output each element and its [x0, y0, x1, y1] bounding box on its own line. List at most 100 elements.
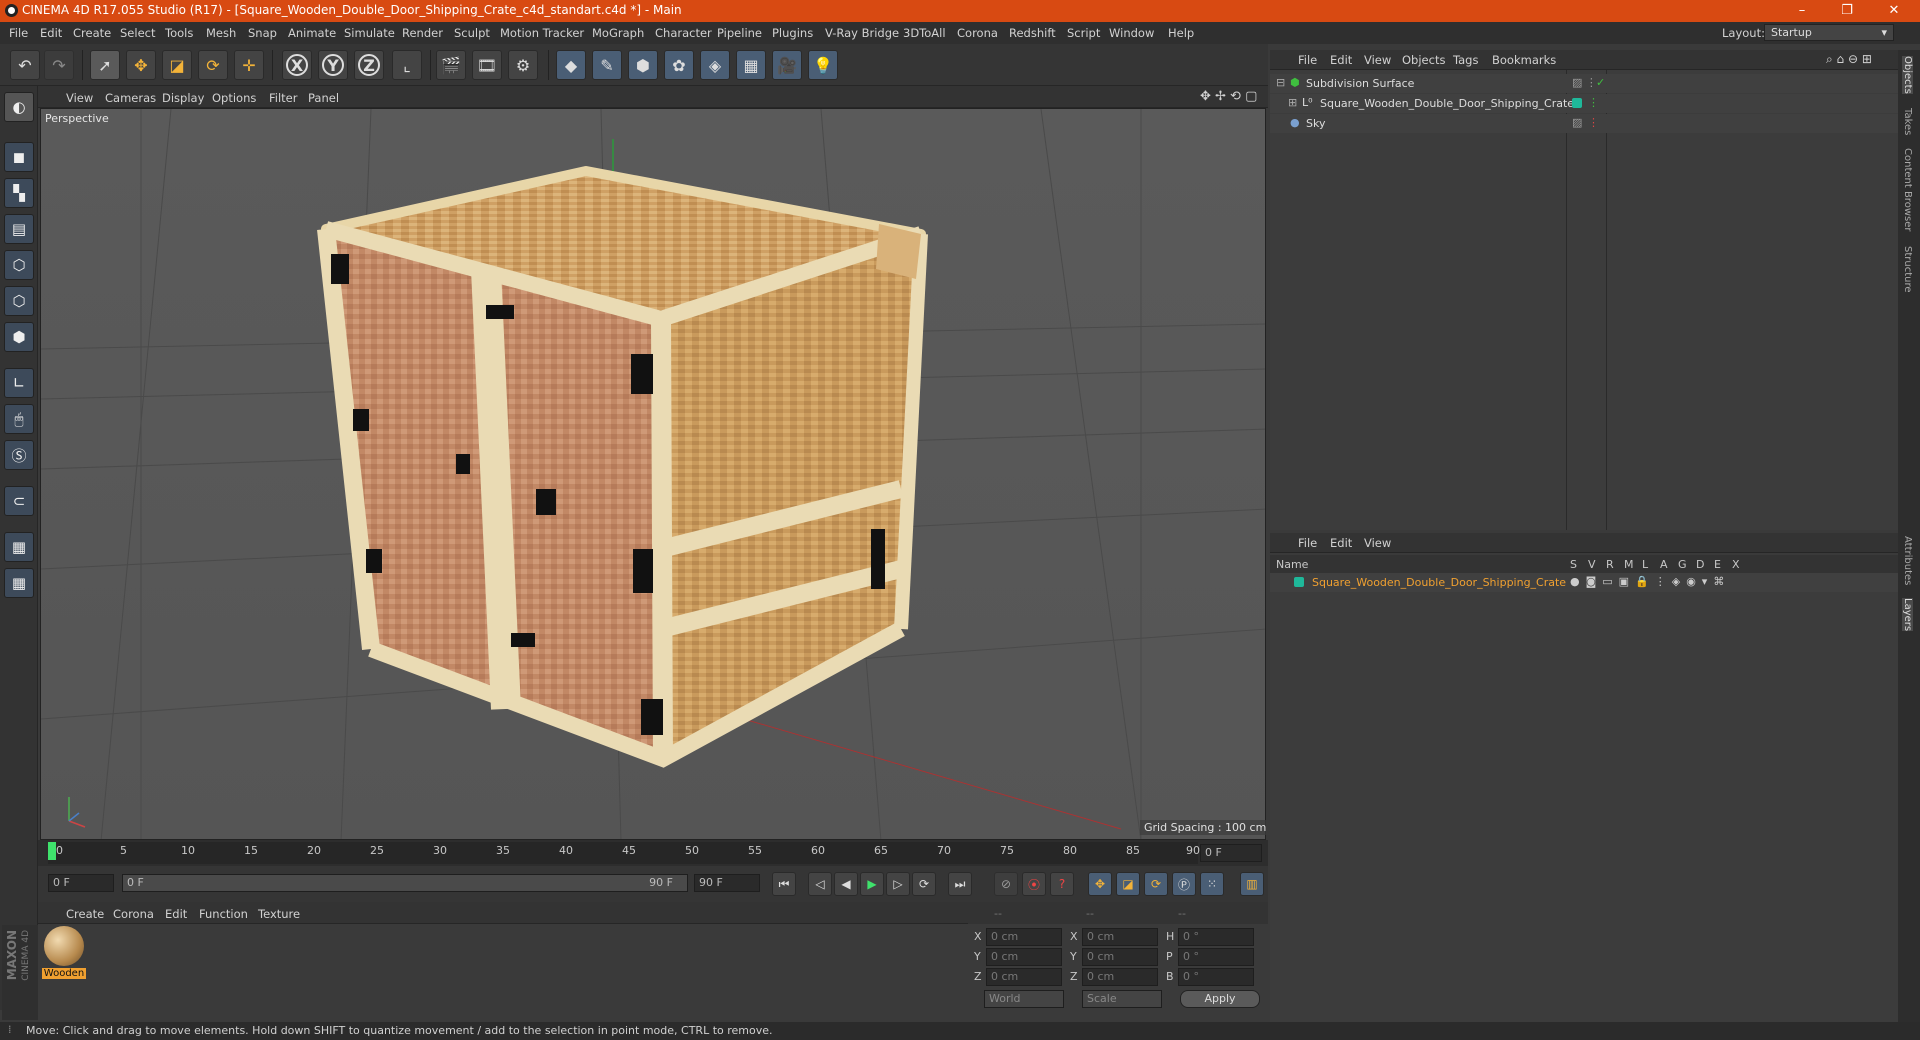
tab-structure[interactable]: Structure [1902, 246, 1913, 293]
viewport-menu-cameras[interactable]: Cameras [105, 91, 156, 105]
material-menu-function[interactable]: Function [199, 907, 248, 921]
apply-button[interactable]: Apply [1180, 990, 1260, 1008]
menu-plugins[interactable]: Plugins [772, 26, 813, 40]
solo-mode-icon[interactable]: Ⓢ [4, 440, 34, 470]
next-frame-icon[interactable]: ▷ [886, 872, 910, 896]
om-menu-tags[interactable]: Tags [1453, 53, 1478, 67]
menu-snap[interactable]: Snap [248, 26, 277, 40]
material-swatch[interactable]: Wooden [42, 926, 86, 984]
render-view-icon[interactable]: 🎬 [436, 50, 466, 80]
end-frame-field[interactable]: 90 F [694, 874, 760, 892]
redo-icon[interactable]: ↷ [44, 50, 74, 80]
spline-pen-icon[interactable]: ✎ [592, 50, 622, 80]
lm-menu-view[interactable]: View [1364, 536, 1391, 550]
position-x-field[interactable]: 0 cm [986, 928, 1062, 946]
next-key-icon[interactable]: ⟳ [912, 872, 936, 896]
current-frame-field[interactable]: 0 F [1200, 844, 1262, 862]
visibility-toggle-icon[interactable]: ▨ [1572, 116, 1582, 134]
key-point-level-icon[interactable]: ⁙ [1200, 872, 1224, 896]
menu-character[interactable]: Character [655, 26, 712, 40]
playhead[interactable] [48, 842, 56, 860]
menu-simulate[interactable]: Simulate [344, 26, 395, 40]
close-button[interactable]: ✕ [1884, 2, 1904, 20]
axis-mode-icon[interactable]: ∟ [4, 368, 34, 398]
material-menu-texture[interactable]: Texture [258, 907, 300, 921]
auto-keying-icon[interactable]: ⦿ [1022, 872, 1046, 896]
material-menu-create[interactable]: Create [66, 907, 104, 921]
camera-icon[interactable]: 🎥 [772, 50, 802, 80]
menu-redshift[interactable]: Redshift [1009, 26, 1056, 40]
undo-icon[interactable]: ↶ [10, 50, 40, 80]
tab-objects[interactable]: Objects [1902, 56, 1913, 94]
viewport-menu-options[interactable]: Options [212, 91, 256, 105]
render-picture-viewer-icon[interactable]: 🎞 [472, 50, 502, 80]
viewport-navigation-icons[interactable]: ✥ ✢ ⟲ ▢ [1200, 89, 1257, 104]
subdivision-surface-icon[interactable]: ⬢ [628, 50, 658, 80]
om-menu-file[interactable]: File [1298, 53, 1317, 67]
menu-window[interactable]: Window [1109, 26, 1154, 40]
om-menu-bookmarks[interactable]: Bookmarks [1492, 53, 1556, 67]
perspective-viewport[interactable] [40, 108, 1266, 840]
lm-menu-file[interactable]: File [1298, 536, 1317, 550]
start-frame-field[interactable]: 0 F [48, 874, 114, 892]
y-axis-lock-button[interactable]: Y [318, 50, 348, 80]
menu-3dtoall[interactable]: 3DToAll [903, 26, 946, 40]
menu-select[interactable]: Select [120, 26, 155, 40]
go-to-start-icon[interactable]: ⏮ [772, 872, 796, 896]
minimize-button[interactable]: – [1792, 2, 1812, 20]
menu-edit[interactable]: Edit [40, 26, 62, 40]
cloner-icon[interactable]: ✿ [664, 50, 694, 80]
menu-vray-bridge[interactable]: V-Ray Bridge [825, 26, 899, 40]
object-row-subdivision[interactable]: ⊟ ⬢ Subdivision Surface ▨ ⋮ ✓ [1270, 74, 1898, 93]
go-to-end-icon[interactable]: ⏭ [948, 872, 972, 896]
previous-key-icon[interactable]: ◁ [808, 872, 832, 896]
menu-render[interactable]: Render [402, 26, 443, 40]
lm-menu-edit[interactable]: Edit [1330, 536, 1352, 550]
size-y-field[interactable]: 0 cm [1082, 948, 1158, 966]
x-axis-lock-button[interactable]: X [282, 50, 312, 80]
layer-color-tag[interactable] [1572, 96, 1582, 114]
viewport-menu-filter[interactable]: Filter [269, 91, 297, 105]
object-row-crate[interactable]: ⊞ L⁰ Square_Wooden_Double_Door_Shipping_… [1270, 94, 1898, 113]
rotation-h-field[interactable]: 0 ° [1178, 928, 1254, 946]
planar-workplane-icon[interactable]: ▦ [4, 568, 34, 598]
coordinate-mode-dropdown[interactable]: World [984, 990, 1064, 1008]
model-mode-icon[interactable]: ◼ [4, 142, 34, 172]
viewport-menu-display[interactable]: Display [162, 91, 204, 105]
coordinate-system-icon[interactable]: ⌞ [392, 50, 422, 80]
layer-flag-icons[interactable]: ●◙▭▣🔒⋮◈◉▾⌘ [1570, 575, 1730, 593]
light-icon[interactable]: 💡 [808, 50, 838, 80]
workplane-mode-icon[interactable]: ▤ [4, 214, 34, 244]
layer-color-swatch[interactable] [1294, 575, 1304, 593]
menu-tools[interactable]: Tools [165, 26, 193, 40]
material-menu-edit[interactable]: Edit [165, 907, 187, 921]
tab-layers[interactable]: Layers [1902, 598, 1913, 632]
size-x-field[interactable]: 0 cm [1082, 928, 1158, 946]
move-icon[interactable]: ✥ [126, 50, 156, 80]
visibility-dots-icon[interactable]: ⋮ [1588, 96, 1599, 114]
points-mode-icon[interactable]: ⬡ [4, 250, 34, 280]
rotation-p-field[interactable]: 0 ° [1178, 948, 1254, 966]
material-menu-corona[interactable]: Corona [113, 907, 154, 921]
scale-icon[interactable]: ◪ [162, 50, 192, 80]
expand-icon[interactable]: ⊞ [1288, 96, 1297, 114]
menu-animate[interactable]: Animate [288, 26, 336, 40]
layout-dropdown[interactable]: Startup ▾ [1764, 24, 1894, 41]
menu-help[interactable]: Help [1168, 26, 1194, 40]
previous-frame-icon[interactable]: ◀ [834, 872, 858, 896]
menu-corona[interactable]: Corona [957, 26, 998, 40]
tweak-mode-icon[interactable]: 🖱 [4, 404, 34, 434]
menu-mograph[interactable]: MoGraph [592, 26, 644, 40]
om-menu-view[interactable]: View [1364, 53, 1391, 67]
viewport-menu-view[interactable]: View [66, 91, 93, 105]
play-icon[interactable]: ▶ [860, 872, 884, 896]
timeline-ruler[interactable]: 0 5 10 15 20 25 30 35 40 45 50 55 60 65 … [38, 840, 1268, 866]
floor-icon[interactable]: ▦ [736, 50, 766, 80]
tab-takes[interactable]: Takes [1902, 108, 1913, 135]
polygons-mode-icon[interactable]: ⬢ [4, 322, 34, 352]
cube-primitive-icon[interactable]: ◆ [556, 50, 586, 80]
tab-attributes[interactable]: Attributes [1902, 536, 1913, 585]
menu-sculpt[interactable]: Sculpt [454, 26, 490, 40]
menu-motion-tracker[interactable]: Motion Tracker [500, 26, 584, 40]
visibility-dots-icon[interactable]: ⋮ [1588, 116, 1599, 134]
